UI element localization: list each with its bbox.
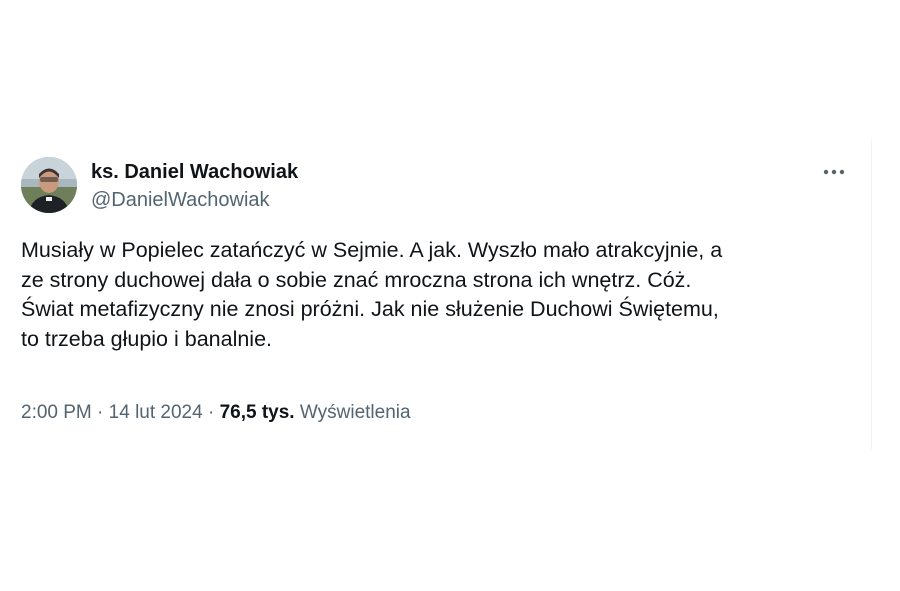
author-display-name[interactable]: ks. Daniel Wachowiak: [91, 160, 298, 184]
meta-separator: ·: [97, 402, 104, 423]
more-horizontal-icon: [823, 169, 845, 175]
tweet-time[interactable]: 2:00 PM: [21, 402, 92, 423]
avatar[interactable]: [21, 157, 77, 213]
avatar-image: [21, 157, 77, 213]
tweet-text: Musiały w Popielec zatańczyć w Sejmie. A…: [21, 238, 723, 351]
author-handle[interactable]: @DanielWachowiak: [91, 188, 270, 212]
tweet-card[interactable]: ks. Daniel Wachowiak @DanielWachowiak Mu…: [0, 140, 872, 450]
views-label: Wyświetlenia: [299, 402, 411, 423]
meta-separator: ·: [207, 402, 215, 423]
tweet-date[interactable]: 14 lut 2024: [109, 402, 203, 423]
more-options-button[interactable]: [818, 160, 850, 184]
tweet-meta: 2:00 PM · 14 lut 2024 · 76,5 tys. Wyświe…: [21, 401, 411, 425]
views-count: 76,5 tys.: [219, 402, 295, 423]
